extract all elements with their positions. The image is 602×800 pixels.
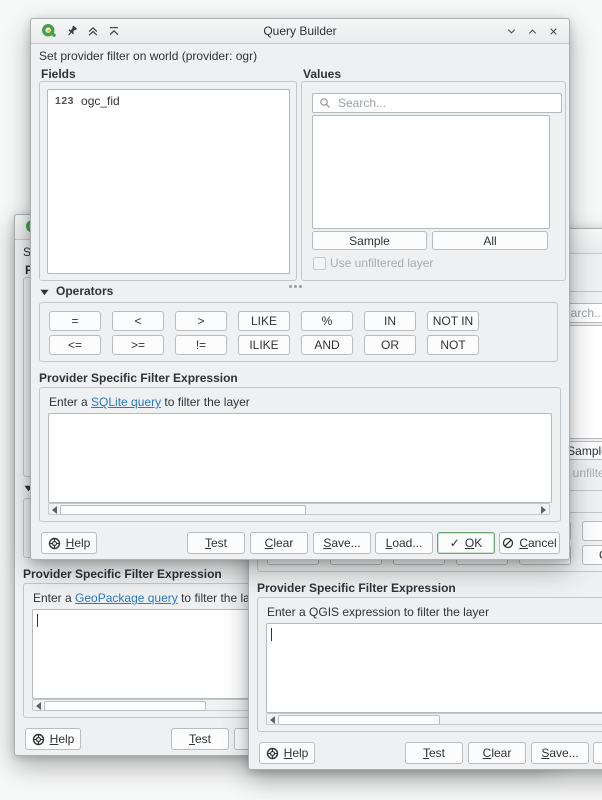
provider-expression-label: Provider Specific Filter Expression (257, 581, 456, 595)
sample-button[interactable]: Sample (312, 231, 427, 250)
query-doc-link[interactable]: GeoPackage query (75, 591, 178, 605)
text-cursor (37, 614, 38, 627)
op-like-button[interactable]: LIKE (238, 311, 290, 331)
test-button[interactable]: Test (187, 532, 245, 554)
load-button[interactable]: Load... (375, 532, 433, 554)
close-icon[interactable] (548, 26, 559, 37)
op-lt-button[interactable]: < (112, 311, 164, 331)
pin-icon[interactable] (66, 25, 78, 37)
maximize-icon[interactable] (527, 26, 538, 37)
op-le-button[interactable]: <= (49, 335, 101, 355)
titlebar[interactable]: Query Builder (31, 19, 569, 44)
operators-label: Operators (56, 284, 113, 298)
shade-icon[interactable] (506, 26, 517, 37)
search-icon (319, 97, 331, 109)
scrollbar-thumb[interactable] (60, 505, 306, 515)
query-builder-dialog: Query Builder Set provider filter on wor… (30, 18, 570, 560)
help-icon (32, 733, 45, 746)
expression-hint: Enter a SQLite query to filter the layer (49, 395, 250, 409)
desktop: Query Builder Set provider filter on wor… (0, 0, 602, 800)
op-or-button[interactable]: OR (582, 545, 602, 565)
op-gt-button[interactable]: > (175, 311, 227, 331)
test-button[interactable]: Test (171, 728, 229, 750)
ok-button[interactable]: ✓OK (437, 532, 495, 554)
integer-field-icon: 123 (55, 95, 74, 107)
op-percent-button[interactable]: % (301, 311, 353, 331)
help-button[interactable]: Help (41, 532, 97, 554)
use-unfiltered-label: Use unfiltered layer (330, 256, 433, 270)
expression-hint: Enter a GeoPackage query to filter the l… (33, 591, 266, 605)
values-list[interactable] (312, 115, 550, 229)
provider-expression-label: Provider Specific Filter Expression (39, 371, 238, 385)
dock-top-icon[interactable] (108, 25, 120, 37)
field-item[interactable]: 123 ogc_fid (48, 90, 289, 112)
field-name: ogc_fid (81, 94, 120, 108)
op-in-button[interactable]: IN (364, 311, 416, 331)
help-button[interactable]: Help (25, 728, 81, 750)
op-ge-button[interactable]: >= (112, 335, 164, 355)
clear-button[interactable]: Clear (250, 532, 308, 554)
op-or-button[interactable]: OR (364, 335, 416, 355)
op-in-button[interactable]: IN (582, 521, 602, 541)
save-button[interactable]: Save... (531, 742, 589, 764)
help-icon (48, 537, 61, 550)
expression-hint: Enter a QGIS expression to filter the la… (267, 605, 489, 619)
op-and-button[interactable]: AND (301, 335, 353, 355)
provider-expression-label: Provider Specific Filter Expression (23, 567, 222, 581)
provider-subtitle: Set provider filter on world (provider: … (39, 49, 257, 63)
cancel-button[interactable]: Cancel (499, 532, 560, 554)
op-not-button[interactable]: NOT (427, 335, 479, 355)
op-eq-button[interactable]: = (49, 311, 101, 331)
query-doc-link[interactable]: SQLite query (91, 395, 161, 409)
expression-textarea[interactable] (48, 413, 552, 503)
op-ilike-button[interactable]: ILIKE (238, 335, 290, 355)
horizontal-scrollbar[interactable] (48, 503, 550, 515)
save-button[interactable]: Save... (313, 532, 371, 554)
scroll-left-arrow[interactable] (36, 702, 41, 710)
help-button[interactable]: Help (259, 742, 315, 764)
expression-textarea[interactable] (266, 623, 602, 713)
search-placeholder: Search... (338, 96, 386, 110)
scroll-left-arrow[interactable] (270, 716, 275, 724)
load-button[interactable]: Load... (593, 742, 602, 764)
all-button[interactable]: All (432, 231, 548, 250)
scrollbar-thumb[interactable] (278, 715, 440, 725)
collapse-icon[interactable] (87, 25, 99, 37)
operators-collapse-icon[interactable] (40, 288, 49, 297)
check-icon: ✓ (450, 536, 460, 550)
scroll-left-arrow[interactable] (52, 506, 57, 514)
cancel-icon (502, 537, 514, 549)
scrollbar-thumb[interactable] (44, 701, 206, 711)
horizontal-scrollbar[interactable] (266, 713, 602, 725)
qgis-logo-icon (41, 23, 57, 39)
test-button[interactable]: Test (405, 742, 463, 764)
scroll-right-arrow[interactable] (541, 506, 546, 514)
fields-label: Fields (41, 67, 76, 81)
op-notin-button[interactable]: NOT IN (427, 311, 479, 331)
fields-list[interactable]: 123 ogc_fid (47, 89, 290, 274)
op-ne-button[interactable]: != (175, 335, 227, 355)
text-cursor (271, 628, 272, 641)
splitter-handle[interactable] (289, 285, 292, 288)
clear-button[interactable]: Clear (468, 742, 526, 764)
values-label: Values (303, 67, 341, 81)
help-icon (266, 747, 279, 760)
search-input[interactable]: Search... (312, 93, 562, 113)
use-unfiltered-checkbox[interactable] (313, 257, 326, 270)
